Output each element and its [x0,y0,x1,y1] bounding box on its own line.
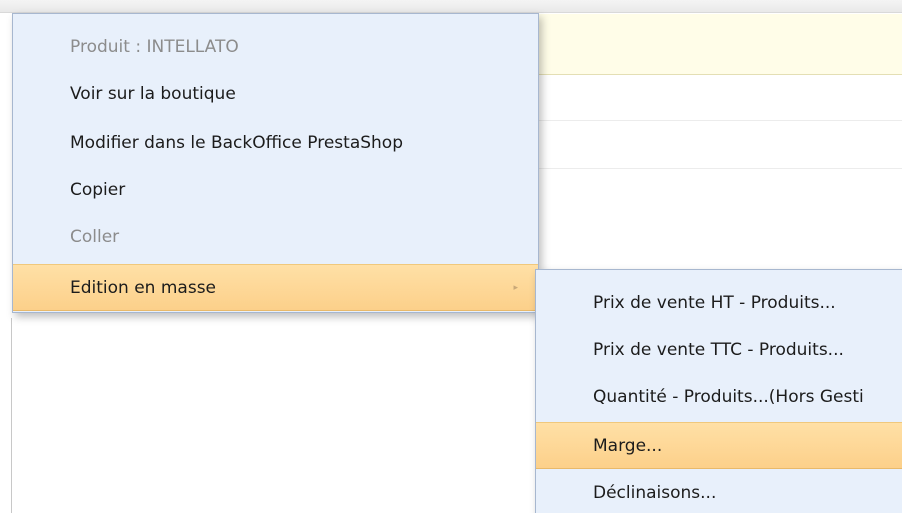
submenu-item-margin[interactable]: Marge... [536,422,902,469]
screen: Produit : INTELLATO Voir sur la boutique… [0,0,902,513]
menu-item-label: Marge... [593,436,663,456]
submenu-item-price-ttc[interactable]: Prix de vente TTC - Produits... [536,327,902,374]
menu-item-label: Edition en masse [70,278,217,298]
menu-item-copy[interactable]: Copier [13,167,538,214]
menu-item-label: Prix de vente HT - Produits... [593,293,836,313]
submenu-item-price-ht[interactable]: Prix de vente HT - Produits... [536,280,902,327]
background-field [535,14,902,75]
menu-item-edit-backoffice[interactable]: Modifier dans le BackOffice PrestaShop [13,120,538,167]
menu-item-product-header: Produit : INTELLATO [13,24,538,71]
background-border [11,318,12,513]
submenu-arrow-icon: ▸ [513,283,518,293]
menu-item-paste: Coller [13,214,538,261]
menu-item-label: Produit : INTELLATO [70,37,239,57]
context-menu: Produit : INTELLATO Voir sur la boutique… [12,13,539,313]
menu-item-label: Voir sur la boutique [70,84,236,104]
background-divider [535,120,902,121]
menu-item-label: Quantité - Produits...(Hors Gesti [593,387,864,407]
background-toolbar [0,0,902,13]
submenu-item-quantity[interactable]: Quantité - Produits...(Hors Gesti [536,374,902,421]
menu-item-label: Modifier dans le BackOffice PrestaShop [70,133,403,153]
menu-item-label: Déclinaisons... [593,483,717,503]
submenu-item-variations[interactable]: Déclinaisons... [536,470,902,513]
background-divider [535,168,902,169]
menu-item-label: Coller [70,227,120,247]
bulk-edit-submenu: Prix de vente HT - Produits... Prix de v… [535,269,902,513]
menu-item-label: Copier [70,180,126,200]
menu-item-view-in-shop[interactable]: Voir sur la boutique [13,71,538,118]
menu-item-label: Prix de vente TTC - Produits... [593,340,844,360]
menu-item-bulk-edit[interactable]: Edition en masse ▸ [13,264,538,311]
